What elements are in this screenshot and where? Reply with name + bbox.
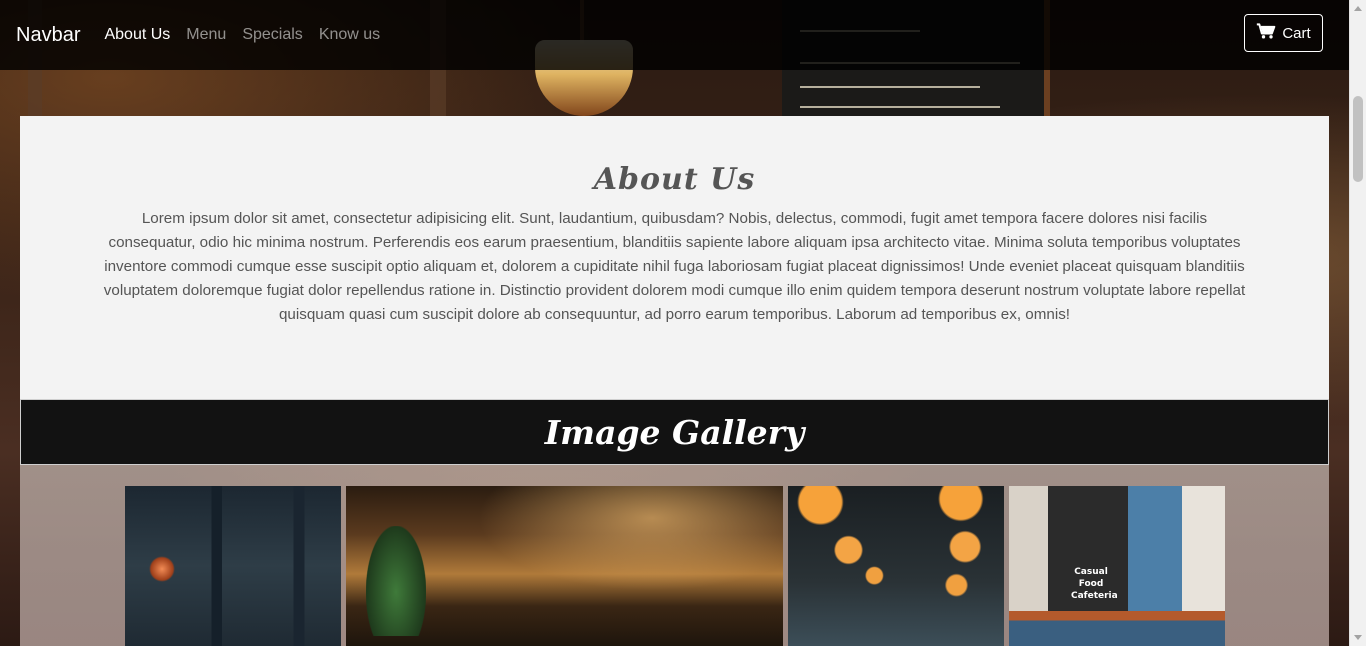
about-text: Lorem ipsum dolor sit amet, consectetur … <box>103 210 1246 323</box>
gallery-image-pendant-lamps[interactable] <box>788 486 1004 646</box>
about-title: About Us <box>593 162 756 197</box>
scroll-down-arrow-icon[interactable] <box>1354 635 1362 640</box>
navbar-brand[interactable]: Navbar <box>16 24 80 47</box>
shopping-cart-icon <box>1256 22 1276 44</box>
cart-button[interactable]: Cart <box>1244 14 1323 52</box>
nav-link-know-us[interactable]: Know us <box>319 26 380 44</box>
cart-label: Cart <box>1282 24 1311 42</box>
navbar: Navbar About Us Menu Specials Know us Ca… <box>0 0 1349 70</box>
scrollbar-thumb[interactable] <box>1353 96 1363 182</box>
gallery-image-window[interactable] <box>125 486 341 646</box>
nav-link-about-us[interactable]: About Us <box>104 26 170 44</box>
nav-link-menu[interactable]: Menu <box>186 26 226 44</box>
gallery-header: Image Gallery <box>20 399 1329 465</box>
scroll-up-arrow-icon[interactable] <box>1354 6 1362 11</box>
nav-links: About Us Menu Specials Know us <box>104 26 380 44</box>
cafeteria-sign-text: Casual Food Cafeteria <box>1071 567 1118 601</box>
about-section: About Us Lorem ipsum dolor sit amet, con… <box>20 116 1329 399</box>
gallery-title: Image Gallery <box>544 412 805 452</box>
page-scrollbar[interactable] <box>1349 0 1366 646</box>
gallery-image-cafeteria[interactable]: Casual Food Cafeteria <box>1009 486 1225 646</box>
nav-link-specials[interactable]: Specials <box>242 26 302 44</box>
gallery-image-bar-interior[interactable] <box>346 486 783 646</box>
